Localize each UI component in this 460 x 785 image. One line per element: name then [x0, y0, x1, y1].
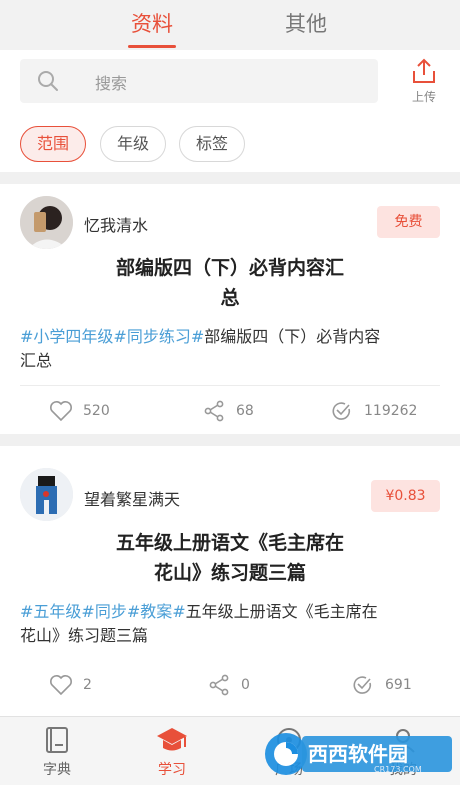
top-tab-bar: 资料 其他: [0, 0, 460, 50]
resource-title-line: 五年级上册语文《毛主席在: [115, 532, 344, 554]
view-count: 691: [385, 677, 412, 693]
resource-description: #小学四年级#同步练习#部编版四（下）必背内容 汇总: [20, 325, 440, 373]
resource-title[interactable]: 五年级上册语文《毛主席在 花山》练习题三篇: [60, 528, 400, 588]
author-name[interactable]: 忆我清水: [84, 212, 148, 236]
check-circle-icon: [332, 402, 351, 420]
tag-link[interactable]: #五年级: [20, 602, 81, 621]
description-text: 部编版四（下）必背内容: [204, 327, 381, 346]
description-text: 花山》练习题三篇: [20, 626, 149, 645]
heart-icon: [50, 675, 72, 696]
upload-button[interactable]: 上传: [400, 56, 448, 106]
avatar[interactable]: [20, 196, 73, 249]
check-circle-icon: [353, 676, 372, 694]
site-watermark-logo: 西西软件园 CR173.COM: [265, 733, 452, 775]
description-text: 汇总: [20, 351, 53, 370]
resource-title-line: 总: [220, 287, 240, 309]
graduation-cap-icon: [157, 728, 187, 751]
resource-card[interactable]: 忆我清水 免费 部编版四（下）必背内容汇 总 #小学四年级#同步练习#部编版四（…: [0, 184, 460, 434]
card-separator: [20, 385, 440, 386]
share-stat[interactable]: 68: [202, 400, 272, 422]
author-name[interactable]: 望着繁星满天: [84, 486, 180, 510]
share-icon: [204, 400, 224, 422]
search-placeholder: 搜索: [95, 74, 128, 93]
svg-text:西西软件园: 西西软件园: [308, 742, 408, 766]
like-stat[interactable]: 2: [49, 674, 129, 696]
share-stat[interactable]: 0: [207, 674, 277, 696]
tag-link[interactable]: #教案#: [127, 602, 186, 621]
nav-dictionary[interactable]: 字典: [17, 725, 97, 779]
avatar-photo-icon: [20, 468, 73, 521]
upload-icon: [413, 58, 435, 83]
like-count: 520: [83, 403, 110, 419]
heart-icon: [50, 401, 72, 422]
section-divider: [0, 434, 460, 446]
tag-link[interactable]: #同步: [81, 602, 126, 621]
like-count: 2: [83, 677, 92, 693]
nav-label: 字典: [43, 762, 71, 778]
tag-link[interactable]: #同步练习#: [113, 327, 204, 346]
search-input[interactable]: 搜索: [20, 59, 378, 103]
resource-title-line: 部编版四（下）必背内容汇: [115, 257, 344, 279]
filter-scope[interactable]: 范围: [20, 126, 86, 162]
book-icon: [46, 727, 68, 753]
nav-label: 学习: [158, 762, 186, 778]
upload-label: 上传: [411, 90, 436, 104]
share-count: 0: [241, 677, 250, 693]
filter-grade[interactable]: 年级: [100, 126, 166, 162]
share-count: 68: [236, 403, 254, 419]
resource-description: #五年级#同步#教案#五年级上册语文《毛主席在 花山》练习题三篇: [20, 600, 440, 648]
resource-card[interactable]: 望着繁星满天 ¥0.83 五年级上册语文《毛主席在 花山》练习题三篇 #五年级#…: [0, 446, 460, 710]
like-stat[interactable]: 520: [49, 400, 129, 422]
avatar[interactable]: [20, 468, 73, 521]
tab-materials[interactable]: 资料: [131, 8, 173, 38]
price-badge: ¥0.83: [371, 480, 440, 512]
description-text: 五年级上册语文《毛主席在: [185, 602, 378, 621]
resource-title[interactable]: 部编版四（下）必背内容汇 总: [60, 253, 400, 313]
section-divider: [0, 172, 460, 184]
view-count: 119262: [364, 403, 418, 419]
svg-text:CR173.COM: CR173.COM: [374, 765, 422, 774]
search-icon: [38, 71, 58, 91]
view-stat: 119262: [330, 400, 430, 422]
avatar-photo-icon: [20, 196, 73, 249]
price-badge: 免费: [377, 206, 440, 238]
resource-title-line: 花山》练习题三篇: [153, 562, 306, 584]
nav-study[interactable]: 学习: [132, 725, 212, 779]
active-tab-indicator: [128, 45, 176, 48]
tag-link[interactable]: #小学四年级: [20, 327, 113, 346]
view-stat: 691: [351, 674, 431, 696]
tab-others[interactable]: 其他: [285, 8, 327, 38]
filter-tags[interactable]: 标签: [179, 126, 245, 162]
share-icon: [209, 674, 229, 696]
